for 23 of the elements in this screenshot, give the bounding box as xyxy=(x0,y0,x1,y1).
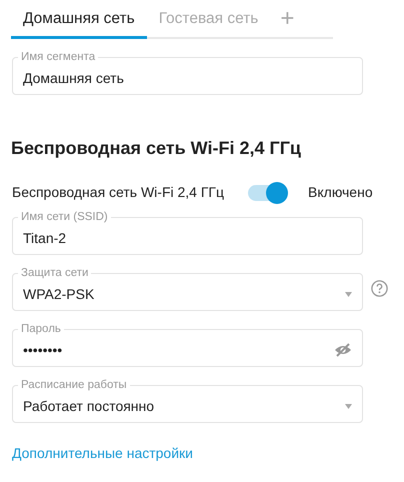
field-label: Пароль xyxy=(20,322,62,336)
input-field[interactable]: Пароль •••••••• xyxy=(12,322,363,367)
field-value: Домашняя сеть xyxy=(23,68,125,88)
field-value: WPA2-PSK xyxy=(23,284,96,304)
field-value: Работает постоянно xyxy=(23,396,156,416)
dropdown[interactable]: Защита сети WPA2-PSK xyxy=(12,266,363,311)
field-label: Имя сегмента xyxy=(20,50,96,64)
field-value: •••••••• xyxy=(23,340,64,360)
help-icon[interactable] xyxy=(371,280,388,297)
field-label: Защита сети xyxy=(20,266,90,280)
input-field[interactable]: Имя сети (SSID) Titan-2 xyxy=(12,210,363,255)
field-value: Titan-2 xyxy=(23,228,68,248)
caret-icon xyxy=(345,292,352,296)
section-heading: Беспроводная сеть Wi-Fi 2,4 ГГц xyxy=(11,137,302,159)
field-label: Расписание работы xyxy=(20,378,128,392)
tab[interactable]: Домашняя сеть xyxy=(11,6,147,39)
toggle-state: Включено xyxy=(308,183,373,202)
dropdown[interactable]: Расписание работы Работает постоянно xyxy=(12,378,363,423)
hidden-eye-icon[interactable] xyxy=(334,343,352,357)
toggle-label: Беспроводная сеть Wi-Fi 2,4 ГГц xyxy=(12,183,224,202)
caret-icon xyxy=(345,404,352,408)
field-label: Имя сети (SSID) xyxy=(20,210,109,224)
input-field[interactable]: Имя сегмента Домашняя сеть xyxy=(12,50,363,95)
